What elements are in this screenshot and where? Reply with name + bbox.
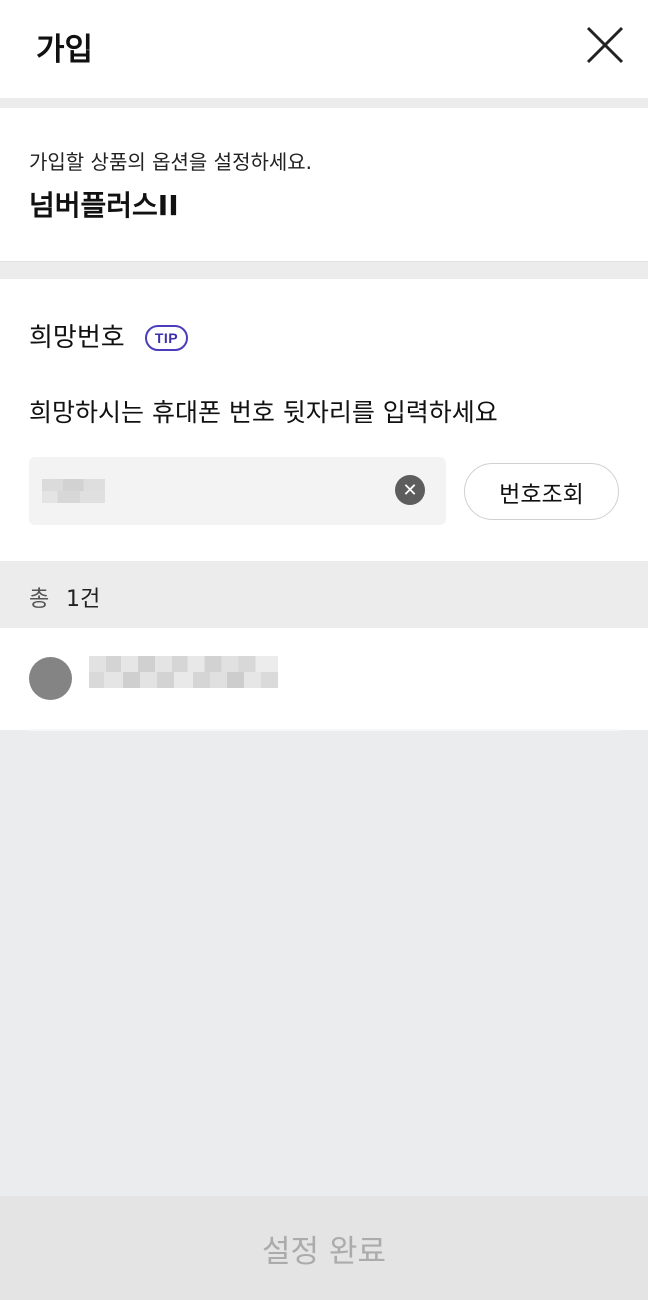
list-item[interactable] — [0, 628, 648, 730]
result-list — [0, 628, 648, 730]
product-section: 가입할 상품의 옵션을 설정하세요. 넘버플러스II — [0, 108, 648, 262]
section-divider — [0, 98, 648, 108]
divider — [29, 729, 619, 731]
product-name: 넘버플러스II — [29, 189, 179, 222]
instruction-text: 희망하시는 휴대폰 번호 뒷자리를 입력하세요 — [29, 398, 498, 427]
lookup-button[interactable]: 번호조회 — [464, 463, 619, 520]
close-button[interactable] — [584, 24, 626, 66]
masked-result-value — [89, 656, 278, 688]
count-label: 총 — [29, 587, 50, 612]
section-divider — [0, 263, 648, 279]
product-description: 가입할 상품의 옵션을 설정하세요. — [29, 150, 313, 174]
desired-number-section: 희망번호 TIP 희망하시는 휴대폰 번호 뒷자리를 입력하세요 ✕ 번호조회 — [0, 279, 648, 561]
masked-input-value — [42, 479, 105, 503]
section-title: 희망번호 — [29, 323, 125, 353]
header: 가입 — [0, 0, 648, 98]
page-title: 가입 — [36, 32, 94, 68]
result-count-bar: 총 1건 — [0, 561, 648, 628]
count-value: 1건 — [66, 587, 101, 612]
number-input[interactable]: ✕ — [29, 457, 446, 525]
confirm-button[interactable]: 설정 완료 — [0, 1196, 648, 1300]
clear-button[interactable]: ✕ — [395, 475, 425, 505]
tip-badge[interactable]: TIP — [145, 325, 188, 351]
close-icon — [586, 26, 624, 64]
clear-icon: ✕ — [402, 479, 418, 501]
radio-button[interactable] — [29, 657, 72, 700]
